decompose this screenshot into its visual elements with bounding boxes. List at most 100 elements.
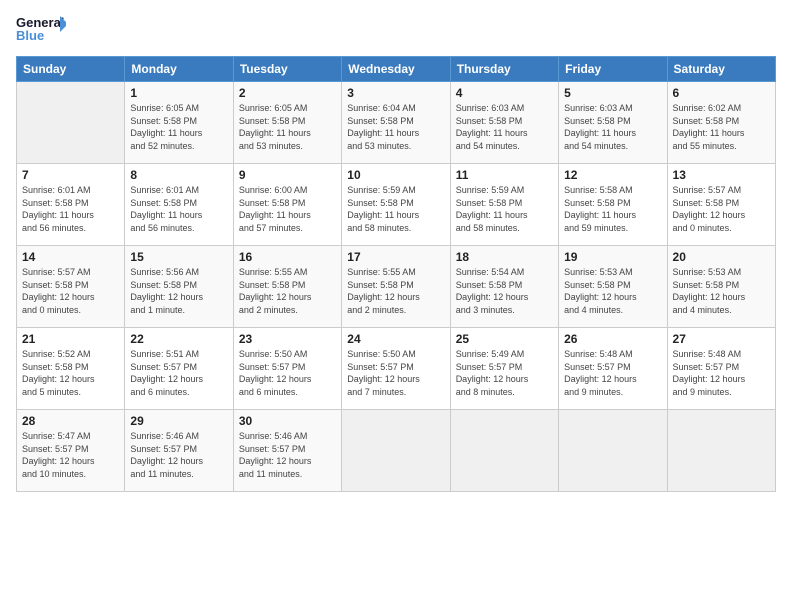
day-info: Sunrise: 5:51 AM Sunset: 5:57 PM Dayligh…	[130, 348, 227, 398]
header-row: SundayMondayTuesdayWednesdayThursdayFrid…	[17, 57, 776, 82]
day-info: Sunrise: 5:54 AM Sunset: 5:58 PM Dayligh…	[456, 266, 553, 316]
col-header-tuesday: Tuesday	[233, 57, 341, 82]
day-cell: 11 Sunrise: 5:59 AM Sunset: 5:58 PM Dayli…	[450, 164, 558, 246]
day-info: Sunrise: 6:00 AM Sunset: 5:58 PM Dayligh…	[239, 184, 336, 234]
col-header-saturday: Saturday	[667, 57, 775, 82]
day-number: 20	[673, 250, 770, 264]
day-cell	[17, 82, 125, 164]
day-cell: 27 Sunrise: 5:48 AM Sunset: 5:57 PM Dayli…	[667, 328, 775, 410]
day-cell: 1Sunrise: 6:05 AM Sunset: 5:58 PM Daylig…	[125, 82, 233, 164]
day-cell: 29 Sunrise: 5:46 AM Sunset: 5:57 PM Dayli…	[125, 410, 233, 492]
day-number: 10	[347, 168, 444, 182]
logo-svg: GeneralBlue	[16, 12, 66, 48]
col-header-sunday: Sunday	[17, 57, 125, 82]
day-info: Sunrise: 6:02 AM Sunset: 5:58 PM Dayligh…	[673, 102, 770, 152]
day-cell: 2Sunrise: 6:05 AM Sunset: 5:58 PM Daylig…	[233, 82, 341, 164]
day-info: Sunrise: 5:50 AM Sunset: 5:57 PM Dayligh…	[347, 348, 444, 398]
week-row-4: 21Sunrise: 5:52 AM Sunset: 5:58 PM Dayli…	[17, 328, 776, 410]
day-cell: 21Sunrise: 5:52 AM Sunset: 5:58 PM Dayli…	[17, 328, 125, 410]
svg-text:Blue: Blue	[16, 28, 44, 43]
day-number: 2	[239, 86, 336, 100]
day-number: 30	[239, 414, 336, 428]
day-number: 15	[130, 250, 227, 264]
day-info: Sunrise: 5:46 AM Sunset: 5:57 PM Dayligh…	[239, 430, 336, 480]
day-cell	[450, 410, 558, 492]
day-number: 25	[456, 332, 553, 346]
day-number: 6	[673, 86, 770, 100]
day-cell: 3 Sunrise: 6:04 AM Sunset: 5:58 PM Daylig…	[342, 82, 450, 164]
day-info: Sunrise: 5:57 AM Sunset: 5:58 PM Dayligh…	[673, 184, 770, 234]
day-number: 3	[347, 86, 444, 100]
day-info: Sunrise: 5:49 AM Sunset: 5:57 PM Dayligh…	[456, 348, 553, 398]
day-cell	[342, 410, 450, 492]
day-info: Sunrise: 6:04 AM Sunset: 5:58 PM Dayligh…	[347, 102, 444, 152]
day-number: 4	[456, 86, 553, 100]
day-number: 29	[130, 414, 227, 428]
day-info: Sunrise: 5:50 AM Sunset: 5:57 PM Dayligh…	[239, 348, 336, 398]
day-cell: 28 Sunrise: 5:47 AM Sunset: 5:57 PM Dayli…	[17, 410, 125, 492]
day-number: 17	[347, 250, 444, 264]
week-row-2: 7Sunrise: 6:01 AM Sunset: 5:58 PM Daylig…	[17, 164, 776, 246]
day-cell: 17 Sunrise: 5:55 AM Sunset: 5:58 PM Dayli…	[342, 246, 450, 328]
day-number: 26	[564, 332, 661, 346]
day-number: 24	[347, 332, 444, 346]
day-info: Sunrise: 5:53 AM Sunset: 5:58 PM Dayligh…	[564, 266, 661, 316]
day-info: Sunrise: 6:01 AM Sunset: 5:58 PM Dayligh…	[130, 184, 227, 234]
day-info: Sunrise: 5:59 AM Sunset: 5:58 PM Dayligh…	[456, 184, 553, 234]
header: GeneralBlue	[16, 12, 776, 48]
day-number: 9	[239, 168, 336, 182]
day-number: 22	[130, 332, 227, 346]
day-cell: 5 Sunrise: 6:03 AM Sunset: 5:58 PM Daylig…	[559, 82, 667, 164]
day-number: 5	[564, 86, 661, 100]
day-info: Sunrise: 5:52 AM Sunset: 5:58 PM Dayligh…	[22, 348, 119, 398]
day-cell: 16Sunrise: 5:55 AM Sunset: 5:58 PM Dayli…	[233, 246, 341, 328]
day-cell: 8Sunrise: 6:01 AM Sunset: 5:58 PM Daylig…	[125, 164, 233, 246]
day-number: 28	[22, 414, 119, 428]
day-number: 27	[673, 332, 770, 346]
day-info: Sunrise: 5:59 AM Sunset: 5:58 PM Dayligh…	[347, 184, 444, 234]
day-number: 12	[564, 168, 661, 182]
day-cell: 4 Sunrise: 6:03 AM Sunset: 5:58 PM Daylig…	[450, 82, 558, 164]
calendar-table: SundayMondayTuesdayWednesdayThursdayFrid…	[16, 56, 776, 492]
day-info: Sunrise: 5:53 AM Sunset: 5:58 PM Dayligh…	[673, 266, 770, 316]
day-info: Sunrise: 5:55 AM Sunset: 5:58 PM Dayligh…	[239, 266, 336, 316]
week-row-3: 14 Sunrise: 5:57 AM Sunset: 5:58 PM Dayli…	[17, 246, 776, 328]
day-cell	[559, 410, 667, 492]
day-cell: 30 Sunrise: 5:46 AM Sunset: 5:57 PM Dayli…	[233, 410, 341, 492]
day-cell: 7Sunrise: 6:01 AM Sunset: 5:58 PM Daylig…	[17, 164, 125, 246]
day-info: Sunrise: 6:03 AM Sunset: 5:58 PM Dayligh…	[564, 102, 661, 152]
day-cell: 18Sunrise: 5:54 AM Sunset: 5:58 PM Dayli…	[450, 246, 558, 328]
day-cell: 14 Sunrise: 5:57 AM Sunset: 5:58 PM Dayli…	[17, 246, 125, 328]
day-cell: 23 Sunrise: 5:50 AM Sunset: 5:57 PM Dayli…	[233, 328, 341, 410]
day-info: Sunrise: 6:01 AM Sunset: 5:58 PM Dayligh…	[22, 184, 119, 234]
day-number: 23	[239, 332, 336, 346]
day-info: Sunrise: 5:46 AM Sunset: 5:57 PM Dayligh…	[130, 430, 227, 480]
col-header-friday: Friday	[559, 57, 667, 82]
day-cell: 6 Sunrise: 6:02 AM Sunset: 5:58 PM Daylig…	[667, 82, 775, 164]
day-info: Sunrise: 5:47 AM Sunset: 5:57 PM Dayligh…	[22, 430, 119, 480]
day-cell: 15 Sunrise: 5:56 AM Sunset: 5:58 PM Dayli…	[125, 246, 233, 328]
day-cell: 10 Sunrise: 5:59 AM Sunset: 5:58 PM Dayli…	[342, 164, 450, 246]
col-header-wednesday: Wednesday	[342, 57, 450, 82]
col-header-thursday: Thursday	[450, 57, 558, 82]
day-cell: 9 Sunrise: 6:00 AM Sunset: 5:58 PM Daylig…	[233, 164, 341, 246]
day-cell	[667, 410, 775, 492]
week-row-5: 28 Sunrise: 5:47 AM Sunset: 5:57 PM Dayli…	[17, 410, 776, 492]
day-cell: 20 Sunrise: 5:53 AM Sunset: 5:58 PM Dayli…	[667, 246, 775, 328]
day-info: Sunrise: 5:56 AM Sunset: 5:58 PM Dayligh…	[130, 266, 227, 316]
day-info: Sunrise: 5:57 AM Sunset: 5:58 PM Dayligh…	[22, 266, 119, 316]
day-cell: 24 Sunrise: 5:50 AM Sunset: 5:57 PM Dayli…	[342, 328, 450, 410]
day-number: 19	[564, 250, 661, 264]
day-number: 11	[456, 168, 553, 182]
page: GeneralBlue SundayMondayTuesdayWednesday…	[0, 0, 792, 612]
day-info: Sunrise: 5:48 AM Sunset: 5:57 PM Dayligh…	[673, 348, 770, 398]
week-row-1: 1Sunrise: 6:05 AM Sunset: 5:58 PM Daylig…	[17, 82, 776, 164]
day-number: 14	[22, 250, 119, 264]
day-cell: 19 Sunrise: 5:53 AM Sunset: 5:58 PM Dayli…	[559, 246, 667, 328]
day-info: Sunrise: 5:55 AM Sunset: 5:58 PM Dayligh…	[347, 266, 444, 316]
day-cell: 12 Sunrise: 5:58 AM Sunset: 5:58 PM Dayli…	[559, 164, 667, 246]
day-info: Sunrise: 6:03 AM Sunset: 5:58 PM Dayligh…	[456, 102, 553, 152]
day-info: Sunrise: 5:58 AM Sunset: 5:58 PM Dayligh…	[564, 184, 661, 234]
col-header-monday: Monday	[125, 57, 233, 82]
day-info: Sunrise: 6:05 AM Sunset: 5:58 PM Dayligh…	[130, 102, 227, 152]
